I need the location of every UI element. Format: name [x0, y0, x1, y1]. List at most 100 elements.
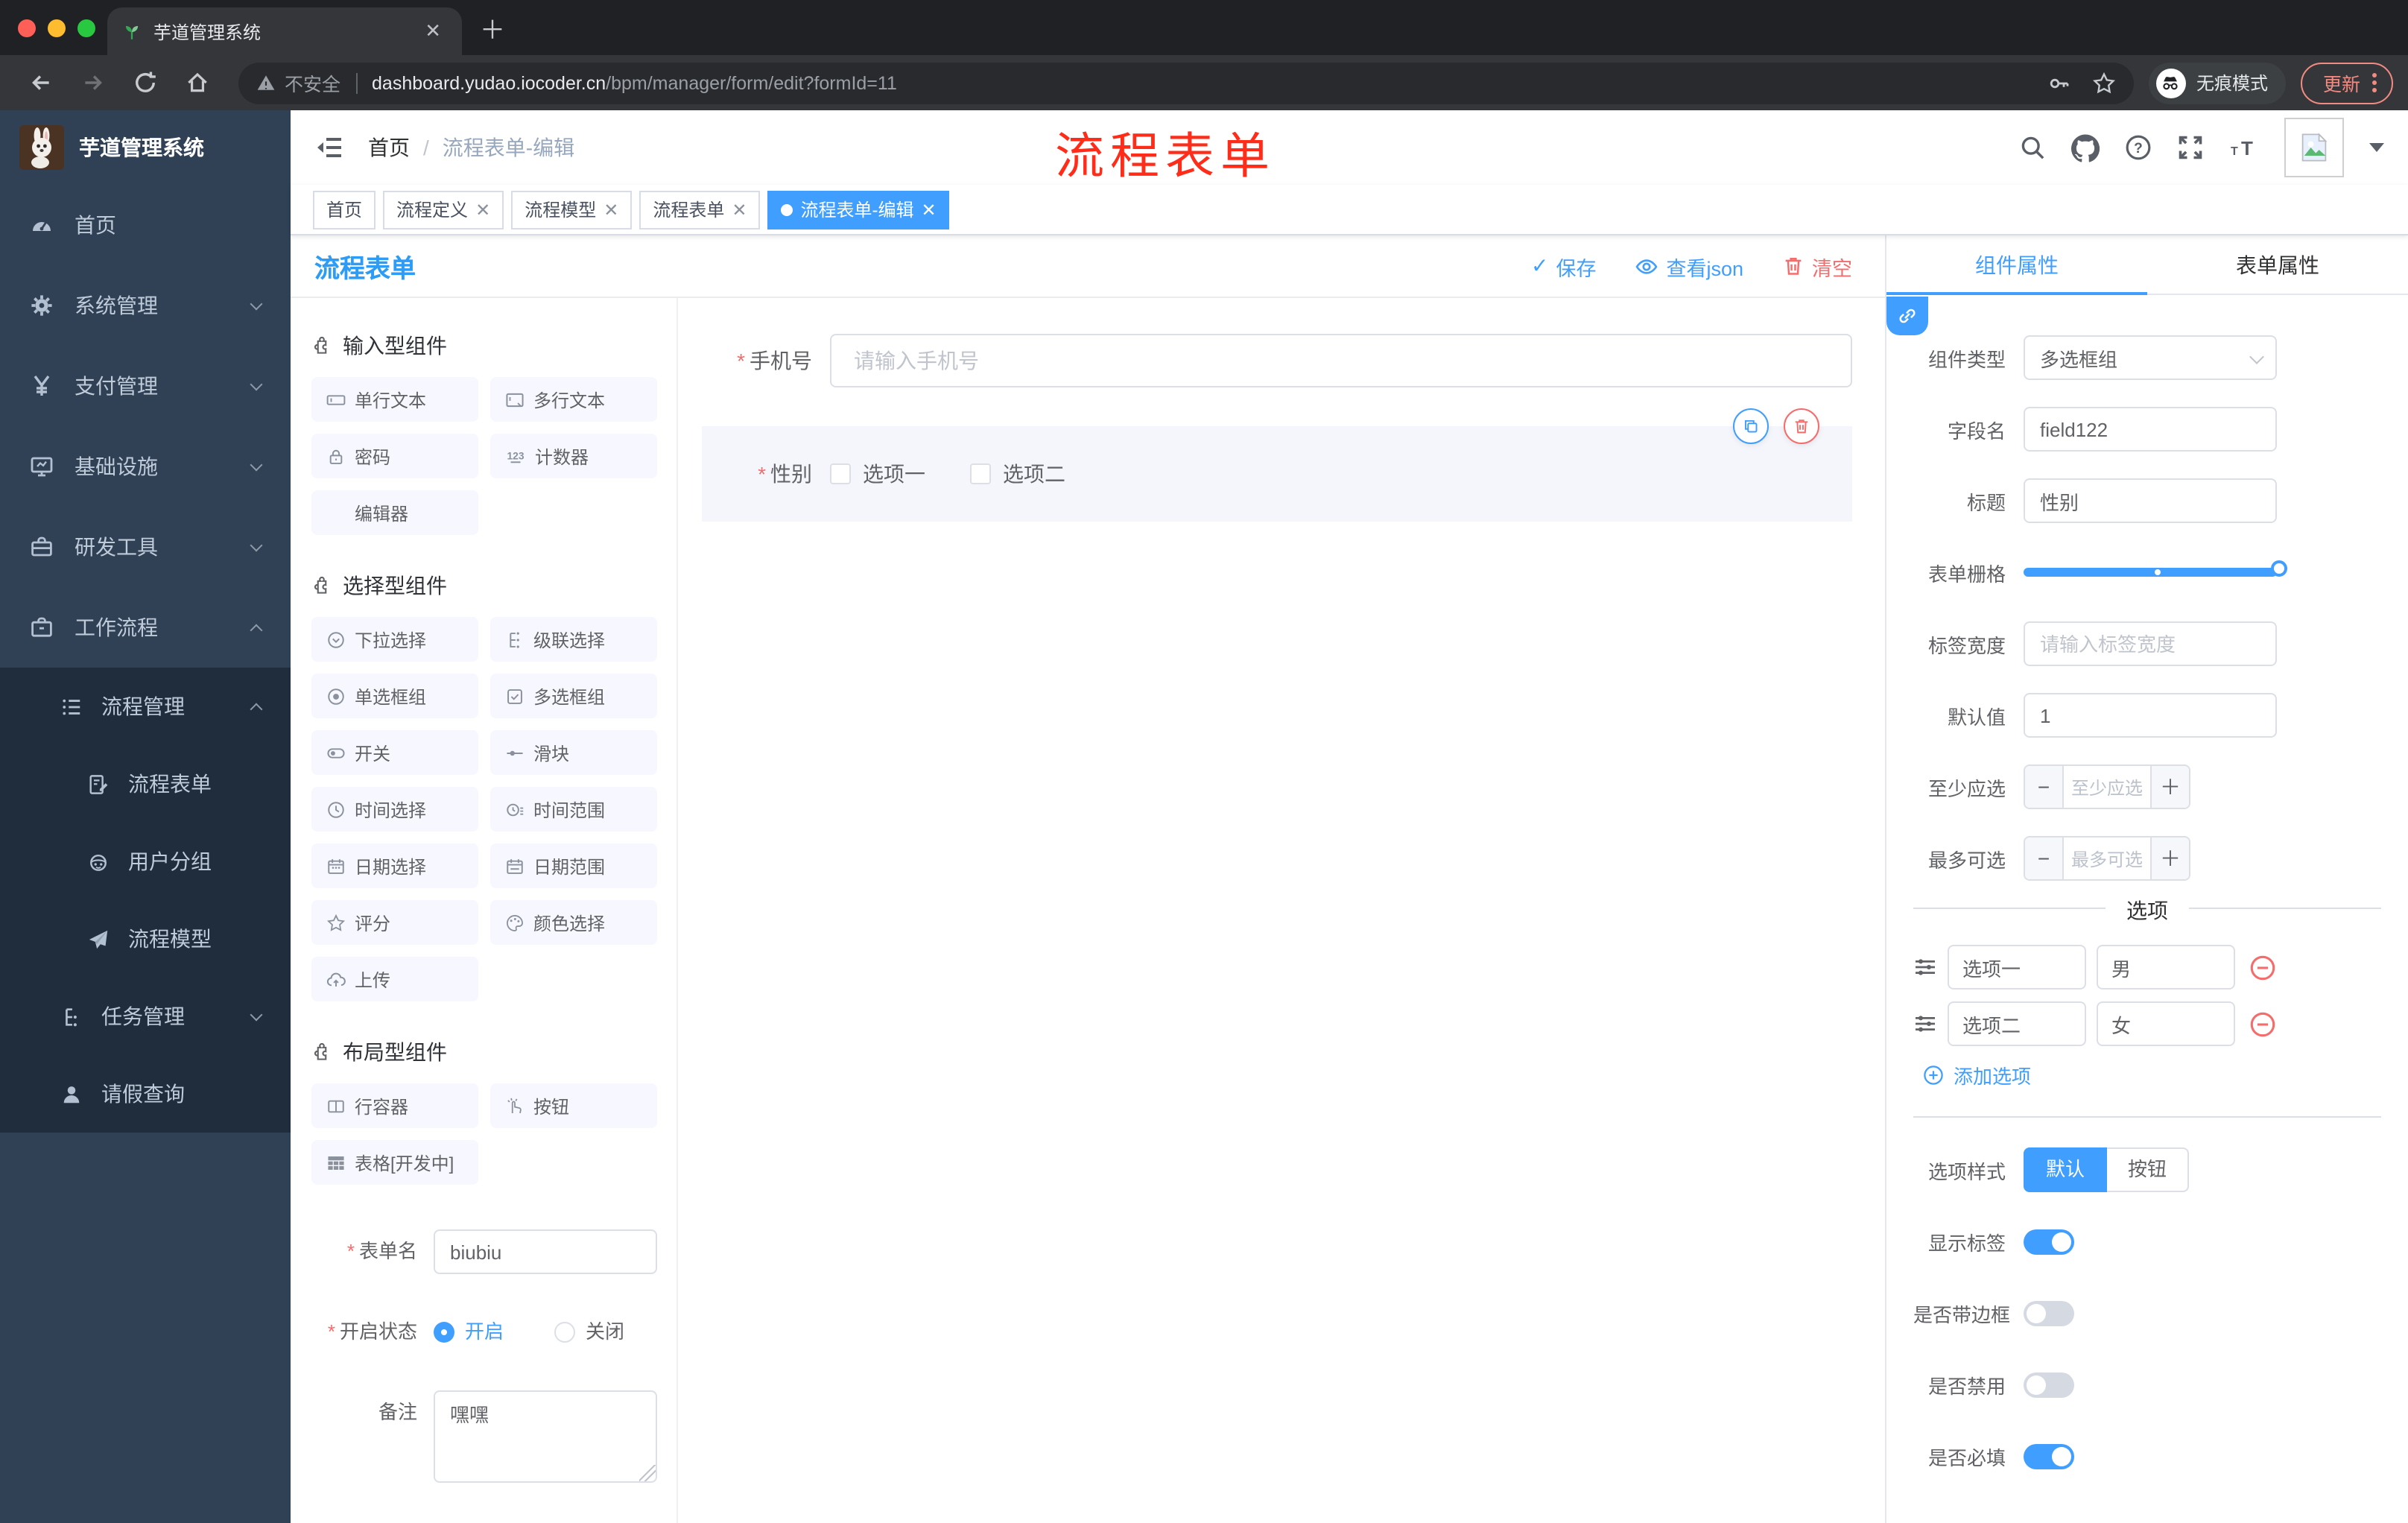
radio-off[interactable] [554, 1322, 576, 1343]
sidebar-item-devtools[interactable]: 研发工具 [0, 507, 291, 587]
tab-form-props[interactable]: 表单属性 [2147, 235, 2408, 294]
view-json-button[interactable]: 查看json [1635, 251, 1743, 281]
component-color-picker[interactable]: 颜色选择 [490, 900, 657, 945]
window-close-button[interactable] [18, 19, 36, 37]
checkbox-unchecked[interactable] [970, 463, 991, 484]
security-status[interactable]: 不安全 [256, 69, 340, 97]
required-switch[interactable] [2024, 1443, 2074, 1469]
delete-field-button[interactable] [1784, 408, 1819, 444]
grid-slider[interactable] [2024, 550, 2287, 595]
avatar-caret-icon[interactable] [2369, 143, 2384, 152]
gender-option-2[interactable]: 选项二 [970, 459, 1065, 489]
reload-icon[interactable] [133, 70, 158, 95]
checkbox-unchecked[interactable] [830, 463, 851, 484]
component-multi-line-text[interactable]: 多行文本 [490, 377, 657, 422]
title-input[interactable] [2024, 478, 2277, 523]
phone-input[interactable] [830, 334, 1852, 387]
address-bar[interactable]: 不安全 dashboard.yudao.iocoder.cn/bpm/manag… [238, 62, 2134, 104]
help-icon[interactable]: ? [2125, 134, 2152, 161]
browser-update-button[interactable]: 更新 [2300, 62, 2393, 104]
sidebar-item-process-form[interactable]: 流程表单 [0, 745, 291, 823]
component-single-line-text[interactable]: 单行文本 [311, 377, 478, 422]
gender-option-1[interactable]: 选项一 [830, 459, 925, 489]
component-button[interactable]: 按钮 [490, 1083, 657, 1128]
component-slider[interactable]: 滑块 [490, 730, 657, 775]
remove-option-button[interactable] [2249, 1010, 2277, 1038]
component-cascader[interactable]: 级联选择 [490, 617, 657, 662]
component-upload[interactable]: 上传 [311, 957, 478, 1001]
home-icon[interactable] [185, 70, 210, 95]
sidebar-collapse-icon[interactable] [314, 133, 344, 162]
tag-close-icon[interactable]: ✕ [603, 199, 618, 220]
back-icon[interactable] [28, 70, 54, 95]
sidebar-item-home[interactable]: 首页 [0, 185, 291, 265]
duplicate-field-button[interactable] [1733, 408, 1769, 444]
panel-link-handle[interactable] [1886, 297, 1928, 335]
search-icon[interactable] [2019, 134, 2046, 161]
tag-close-icon[interactable]: ✕ [732, 199, 747, 220]
breadcrumb-home[interactable]: 首页 [368, 133, 410, 162]
browser-menu-icon[interactable] [2372, 73, 2377, 92]
fullscreen-icon[interactable] [2177, 134, 2204, 161]
slider-handle[interactable] [2271, 560, 2287, 577]
sidebar-item-system[interactable]: 系统管理 [0, 265, 291, 346]
component-counter[interactable]: 123 计数器 [490, 434, 657, 478]
field-name-input[interactable] [2024, 407, 2277, 452]
tab-close-icon[interactable]: ✕ [419, 19, 447, 43]
component-time-range[interactable]: 时间范围 [490, 787, 657, 832]
url-text[interactable]: dashboard.yudao.iocoder.cn/bpm/manager/f… [372, 72, 897, 93]
component-row-container[interactable]: 行容器 [311, 1083, 478, 1128]
radio-on[interactable] [434, 1322, 454, 1343]
window-controls[interactable] [18, 19, 95, 37]
show-label-switch[interactable] [2024, 1229, 2074, 1254]
canvas-field-gender-selected[interactable]: * 性别 选项一 选项二 [702, 408, 1852, 522]
default-value-input[interactable] [2024, 693, 2277, 738]
option-label-input[interactable] [1948, 945, 2086, 990]
component-switch[interactable]: 开关 [311, 730, 478, 775]
new-tab-button[interactable]: ＋ [480, 9, 505, 46]
tag-home[interactable]: 首页 [313, 190, 376, 229]
drag-handle-icon[interactable] [1913, 955, 1937, 979]
password-key-icon[interactable] [2047, 71, 2071, 95]
style-default-button[interactable]: 默认 [2024, 1147, 2108, 1192]
window-minimize-button[interactable] [48, 19, 66, 37]
min-select-placeholder[interactable]: 至少应选 [2064, 766, 2150, 808]
option-value-input[interactable] [2097, 1001, 2235, 1046]
tab-component-props[interactable]: 组件属性 [1886, 235, 2147, 295]
component-type-select[interactable] [2024, 335, 2277, 380]
label-width-input[interactable] [2024, 621, 2277, 666]
tag-process-form[interactable]: 流程表单 ✕ [639, 190, 761, 229]
tag-process-model[interactable]: 流程模型 ✕ [511, 190, 633, 229]
component-select[interactable]: 下拉选择 [311, 617, 478, 662]
component-date-picker[interactable]: 日期选择 [311, 843, 478, 888]
browser-tab[interactable]: 芋道管理系统 ✕ [107, 7, 462, 55]
component-password[interactable]: 密码 [311, 434, 478, 478]
save-button[interactable]: ✓ 保存 [1531, 251, 1596, 281]
stepper-increase-button[interactable]: ＋ [2150, 838, 2189, 879]
component-time-picker[interactable]: 时间选择 [311, 787, 478, 832]
sidebar-item-task-mgmt[interactable]: 任务管理 [0, 978, 291, 1055]
stepper-decrease-button[interactable]: − [2025, 766, 2064, 808]
component-editor[interactable]: 编辑器 [311, 490, 478, 535]
max-select-placeholder[interactable]: 最多可选 [2064, 838, 2150, 879]
component-table[interactable]: 表格[开发中] [311, 1140, 478, 1185]
stepper-decrease-button[interactable]: − [2025, 838, 2064, 879]
bookmark-star-icon[interactable] [2092, 71, 2116, 95]
option-label-input[interactable] [1948, 1001, 2086, 1046]
sidebar-item-leave-query[interactable]: 请假查询 [0, 1055, 291, 1133]
style-button-button[interactable]: 按钮 [2107, 1147, 2190, 1192]
github-icon[interactable] [2071, 133, 2100, 162]
tag-close-icon[interactable]: ✕ [922, 199, 937, 220]
font-size-icon[interactable]: TT [2229, 134, 2259, 161]
sidebar-item-user-group[interactable]: 用户分组 [0, 823, 291, 900]
component-type-value[interactable] [2024, 335, 2277, 380]
component-radio-group[interactable]: 单选框组 [311, 674, 478, 718]
border-switch[interactable] [2024, 1300, 2074, 1326]
drag-handle-icon[interactable] [1913, 1012, 1937, 1036]
component-rate[interactable]: 评分 [311, 900, 478, 945]
component-date-range[interactable]: 日期范围 [490, 843, 657, 888]
sidebar-item-process-model[interactable]: 流程模型 [0, 900, 291, 978]
tag-close-icon[interactable]: ✕ [475, 199, 490, 220]
sidebar-item-payment[interactable]: 支付管理 [0, 346, 291, 426]
component-checkbox-group[interactable]: 多选框组 [490, 674, 657, 718]
